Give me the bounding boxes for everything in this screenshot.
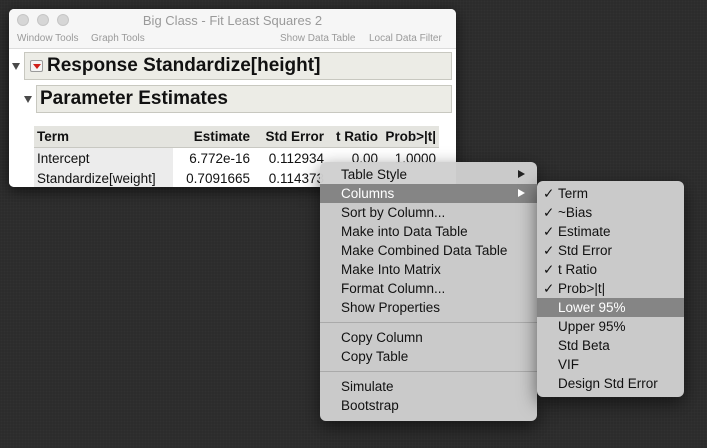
red-triangle-menu-icon[interactable] (30, 60, 43, 72)
menu-item-label: Copy Column (341, 330, 423, 345)
std-error-cell: 0.114373 (268, 170, 324, 186)
submenu-item-t-ratio[interactable]: ✓ t Ratio (537, 260, 684, 279)
submenu-item-upper-95[interactable]: Upper 95% (537, 317, 684, 336)
submenu-item-label: Std Error (558, 243, 613, 258)
submenu-item-label: Prob>|t| (558, 281, 606, 296)
response-outline-header[interactable]: Response Standardize[height] (24, 52, 452, 80)
std-error-cell: 0.112934 (268, 150, 324, 166)
submenu-item-label: Estimate (558, 224, 611, 239)
section-title: Parameter Estimates (40, 88, 228, 109)
submenu-item-std-error[interactable]: ✓ Std Error (537, 241, 684, 260)
estimate-cell: 0.7091665 (186, 170, 250, 186)
menu-item-simulate[interactable]: Simulate (320, 377, 537, 396)
menu-item-copy-table[interactable]: Copy Table (320, 347, 537, 366)
menu-item-label: Make into Data Table (341, 224, 468, 239)
local-data-filter-link[interactable]: Local Data Filter (369, 33, 442, 44)
menu-item-label: Sort by Column... (341, 205, 446, 220)
parameter-estimates-header[interactable]: Parameter Estimates (36, 85, 452, 113)
submenu-item-vif[interactable]: VIF (537, 355, 684, 374)
submenu-item-std-beta[interactable]: Std Beta (537, 336, 684, 355)
show-data-table-link[interactable]: Show Data Table (280, 33, 355, 44)
menu-item-label: Columns (341, 186, 395, 201)
menu-item-format-column[interactable]: Format Column... (320, 279, 537, 298)
menu-item-copy-column[interactable]: Copy Column (320, 328, 537, 347)
menu-separator (320, 371, 537, 372)
column-header-prob[interactable]: Prob>|t| (381, 126, 439, 148)
window-tools-menu[interactable]: Window Tools (17, 33, 79, 44)
menu-item-label: Copy Table (341, 349, 409, 364)
response-title: Response Standardize[height] (47, 55, 321, 76)
submenu-item-label: Lower 95% (558, 300, 626, 315)
graph-tools-menu[interactable]: Graph Tools (91, 33, 145, 44)
minimize-window-button[interactable] (37, 14, 49, 26)
term-cell: Standardize[weight] (34, 168, 173, 187)
menu-item-table-style[interactable]: Table Style (320, 165, 537, 184)
checkmark-icon: ✓ (543, 243, 555, 258)
submenu-item-bias[interactable]: ✓ ~Bias (537, 203, 684, 222)
menu-item-bootstrap[interactable]: Bootstrap (320, 396, 537, 415)
submenu-item-label: Design Std Error (558, 376, 658, 391)
menu-item-make-into-matrix[interactable]: Make Into Matrix (320, 260, 537, 279)
window-controls (17, 14, 69, 26)
title-bar[interactable]: Big Class - Fit Least Squares 2 (9, 9, 456, 31)
window-title: Big Class - Fit Least Squares 2 (142, 12, 323, 28)
disclosure-triangle-icon[interactable] (12, 63, 20, 70)
submenu-item-label: Std Beta (558, 338, 610, 353)
submenu-item-design-std-error[interactable]: Design Std Error (537, 374, 684, 393)
checkmark-icon: ✓ (543, 186, 555, 201)
submenu-item-term[interactable]: ✓ Term (537, 184, 684, 203)
report-window: Big Class - Fit Least Squares 2 Window T… (9, 9, 456, 187)
menu-item-make-into-data-table[interactable]: Make into Data Table (320, 222, 537, 241)
checkmark-icon: ✓ (543, 262, 555, 277)
menu-item-label: Bootstrap (341, 398, 399, 413)
estimate-cell: 6.772e-16 (189, 150, 250, 166)
disclosure-triangle-icon[interactable] (24, 96, 32, 103)
context-menu: Table Style Columns Sort by Column... Ma… (320, 162, 537, 421)
checkmark-icon: ✓ (543, 205, 555, 220)
column-header-std-error[interactable]: Std Error (253, 126, 327, 148)
columns-submenu: ✓ Term ✓ ~Bias ✓ Estimate ✓ Std Error ✓ … (537, 181, 684, 397)
submenu-item-prob[interactable]: ✓ Prob>|t| (537, 279, 684, 298)
column-header-t-ratio[interactable]: t Ratio (327, 126, 381, 148)
menu-item-label: Simulate (341, 379, 394, 394)
submenu-item-label: t Ratio (558, 262, 598, 277)
submenu-item-label: ~Bias (558, 205, 593, 220)
table-header-row: Term Estimate Std Error t Ratio Prob>|t| (34, 126, 439, 148)
submenu-arrow-icon (518, 189, 525, 197)
submenu-item-label: VIF (558, 357, 580, 372)
checkmark-icon: ✓ (543, 224, 555, 239)
menu-item-columns[interactable]: Columns (320, 184, 537, 203)
zoom-window-button[interactable] (57, 14, 69, 26)
menu-item-show-properties[interactable]: Show Properties (320, 298, 537, 317)
menu-item-label: Show Properties (341, 300, 441, 315)
menu-item-make-combined-data-table[interactable]: Make Combined Data Table (320, 241, 537, 260)
menu-separator (320, 322, 537, 323)
submenu-arrow-icon (518, 170, 525, 178)
submenu-item-label: Term (558, 186, 588, 201)
submenu-item-estimate[interactable]: ✓ Estimate (537, 222, 684, 241)
submenu-item-lower-95[interactable]: Lower 95% (537, 298, 684, 317)
menu-item-label: Make Into Matrix (341, 262, 441, 277)
close-window-button[interactable] (17, 14, 29, 26)
window-toolbar: Window Tools Graph Tools Show Data Table… (9, 31, 456, 49)
column-header-estimate[interactable]: Estimate (173, 126, 253, 148)
menu-item-label: Format Column... (341, 281, 446, 296)
term-cell: Intercept (34, 147, 173, 168)
menu-item-label: Table Style (341, 167, 408, 182)
menu-item-sort-by-column[interactable]: Sort by Column... (320, 203, 537, 222)
menu-item-label: Make Combined Data Table (341, 243, 508, 258)
checkmark-icon: ✓ (543, 281, 555, 296)
column-header-term[interactable]: Term (34, 126, 173, 148)
submenu-item-label: Upper 95% (558, 319, 626, 334)
